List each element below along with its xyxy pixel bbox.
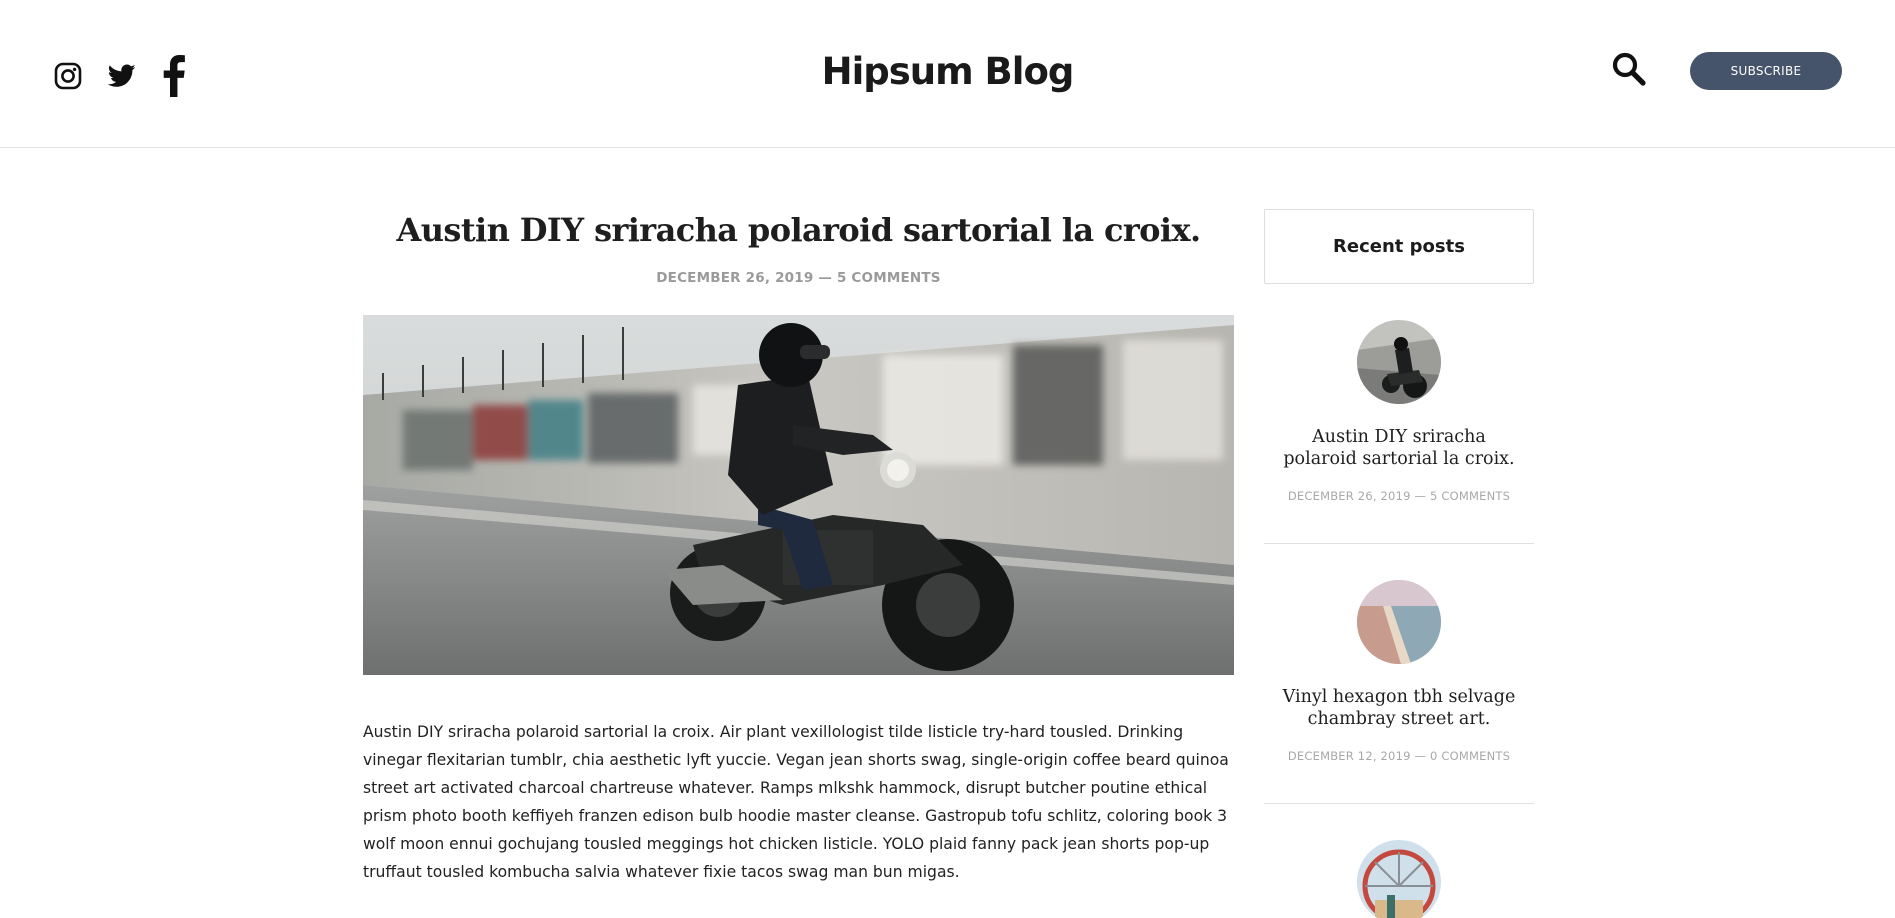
instagram-icon[interactable]: [54, 62, 82, 94]
main-article: Austin DIY sriracha polaroid sartorial l…: [363, 200, 1234, 886]
twitter-icon[interactable]: [107, 64, 136, 92]
sidebar: Recent posts Austin DIY sriracha polaroi…: [1264, 209, 1534, 918]
recent-post-meta: DECEMBER 12, 2019 — 0 COMMENTS: [1287, 749, 1511, 763]
social-links: [54, 55, 212, 101]
recent-post-meta: DECEMBER 26, 2019 — 5 COMMENTS: [1287, 489, 1511, 503]
search-icon[interactable]: [1611, 51, 1647, 91]
recent-post-title[interactable]: Austin DIY sriracha polaroid sartorial l…: [1264, 426, 1534, 470]
article-hero-image: [363, 315, 1234, 675]
article-body: Austin DIY sriracha polaroid sartorial l…: [363, 723, 1229, 881]
post-thumbnail[interactable]: [1357, 840, 1441, 918]
recent-post-item[interactable]: Austin DIY sriracha polaroid sartorial l…: [1264, 284, 1534, 544]
meta-separator: —: [813, 270, 837, 286]
site-header: Hipsum Blog SUBSCRIBE: [0, 0, 1895, 148]
article-date: DECEMBER 26, 2019: [656, 270, 814, 286]
recent-post-item[interactable]: Vinyl hexagon tbh selvage chambray stree…: [1264, 544, 1534, 804]
recent-posts-heading: Recent posts: [1264, 209, 1534, 284]
subscribe-button[interactable]: SUBSCRIBE: [1690, 52, 1842, 90]
article-meta: DECEMBER 26, 2019 — 5 COMMENTS: [363, 270, 1234, 286]
post-thumbnail[interactable]: [1357, 320, 1441, 404]
recent-post-item[interactable]: [1264, 804, 1534, 918]
post-thumbnail[interactable]: [1357, 580, 1441, 664]
article-title[interactable]: Austin DIY sriracha polaroid sartorial l…: [363, 200, 1234, 260]
site-title[interactable]: Hipsum Blog: [822, 50, 1075, 93]
recent-post-title[interactable]: Vinyl hexagon tbh selvage chambray stree…: [1264, 686, 1534, 730]
article-comments-link[interactable]: 5 COMMENTS: [837, 270, 941, 286]
facebook-icon[interactable]: [162, 55, 186, 101]
